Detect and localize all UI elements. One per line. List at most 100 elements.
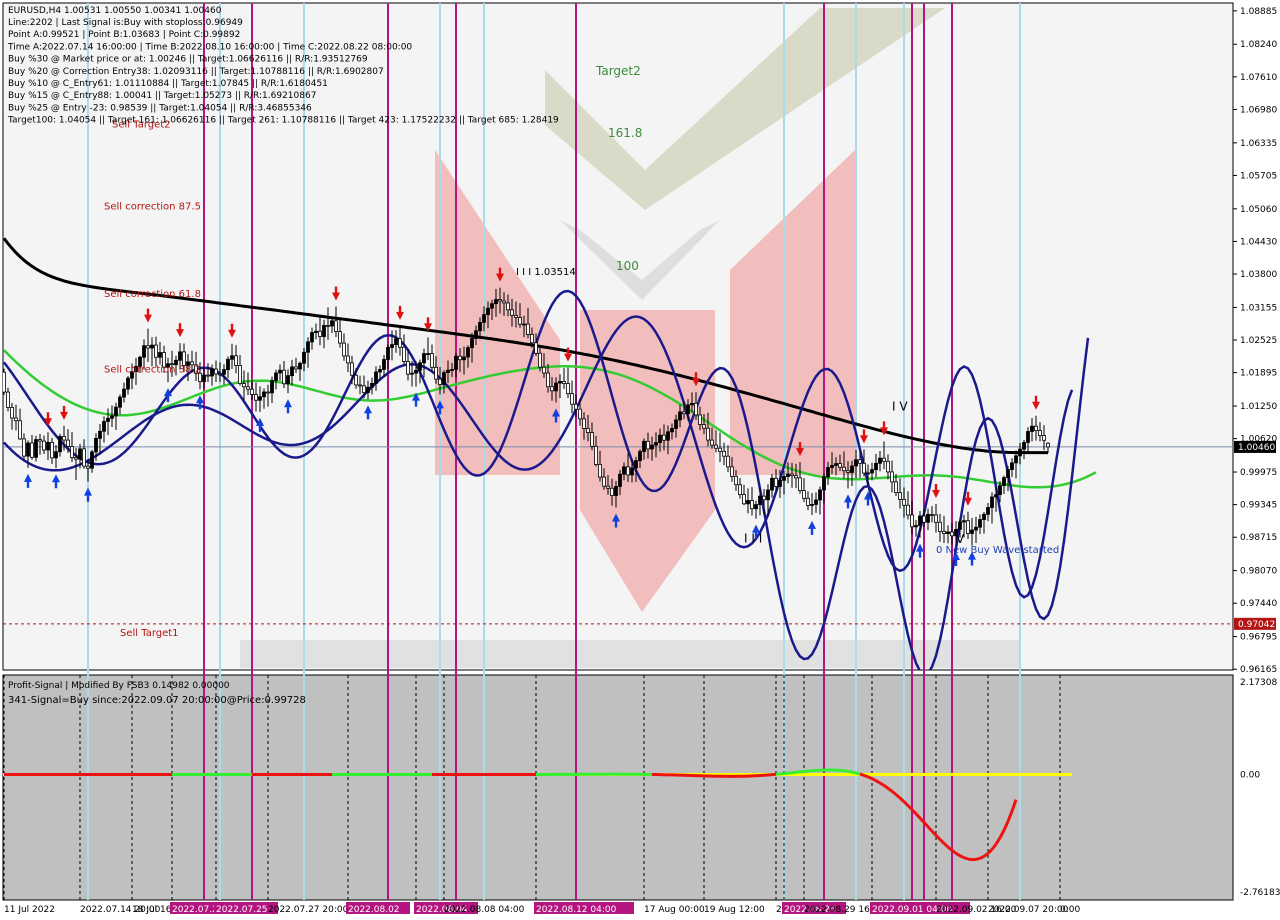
candle-body — [254, 394, 258, 401]
candle-body — [278, 369, 282, 374]
candle-body — [834, 463, 838, 466]
price-tick-label: 1.08885 — [1240, 7, 1277, 17]
candle-body — [678, 411, 682, 421]
price-tick-label: 0.96165 — [1240, 665, 1277, 675]
candle-body — [158, 352, 162, 358]
candle-body — [402, 346, 406, 362]
candle-body — [1006, 469, 1010, 479]
candle-body — [782, 476, 786, 481]
candle-body — [1034, 425, 1038, 432]
time-tick-label: 2022.07.27 20:00 — [268, 905, 349, 915]
candle-body — [502, 300, 506, 304]
candle-body — [1010, 462, 1014, 470]
candle-body — [490, 303, 494, 309]
candle-body — [586, 427, 590, 433]
candle-body — [426, 353, 430, 355]
candle-body — [734, 475, 738, 486]
candle-body — [602, 476, 606, 487]
chart-annotation: Sell Target1 — [120, 628, 179, 639]
candle-body — [846, 470, 850, 473]
candle-body — [10, 407, 14, 419]
time-tick-label: 0:00 — [1060, 905, 1080, 915]
candle-body — [274, 372, 278, 381]
time-tick-label: 2022.08.08 04:00 — [444, 905, 525, 915]
price-tick-label: 0.96795 — [1240, 633, 1277, 643]
candle-body — [802, 490, 806, 499]
candle-body — [934, 514, 938, 523]
candle-body — [334, 320, 338, 332]
candle-body — [990, 496, 994, 508]
candle-body — [418, 362, 422, 371]
candle-body — [774, 477, 778, 487]
candle-body — [366, 386, 370, 393]
candle-body — [542, 366, 546, 374]
price-tick-label: 0.97440 — [1240, 599, 1277, 609]
candle-body — [126, 377, 130, 390]
candle-body — [86, 465, 90, 469]
candle-body — [746, 500, 750, 505]
price-tick-label: 1.04430 — [1240, 237, 1277, 247]
candle-body — [718, 447, 722, 452]
candle-body — [214, 368, 218, 375]
indicator-segment — [875, 779, 881, 785]
candle-body — [762, 495, 766, 501]
candle-body — [414, 369, 418, 374]
candle-body — [382, 359, 386, 370]
candle-body — [462, 356, 466, 361]
indicator-segment — [959, 854, 965, 860]
candle-body — [486, 307, 490, 316]
candle-body — [294, 366, 298, 370]
candle-body — [142, 345, 146, 358]
indicator-title: Profit-Signal | Modified By FSB3 0.14982… — [8, 681, 230, 691]
candle-body — [394, 338, 398, 345]
indicator-segment — [955, 852, 961, 858]
info-line: Target100: 1.04054 || Target 161: 1.0662… — [7, 116, 559, 126]
candle-body — [906, 504, 910, 516]
candle-body — [1026, 431, 1030, 443]
price-tick-label: 1.06980 — [1240, 105, 1277, 115]
candle-body — [362, 385, 366, 393]
price-tick-label: 0.99345 — [1240, 501, 1277, 511]
indicator-segment — [979, 855, 985, 860]
candle-body — [446, 369, 450, 373]
chart-annotation: 100 — [616, 259, 639, 273]
candle-body — [22, 438, 26, 457]
candle-body — [894, 481, 898, 494]
stop-price-label: 0.97042 — [1238, 620, 1275, 630]
indicator-axis: 2.17308 0.00 -2.76183 — [1240, 678, 1280, 898]
candle-body — [638, 451, 642, 462]
candle-body — [470, 338, 474, 349]
price-tick-label: 0.99975 — [1240, 468, 1277, 478]
candle-body — [42, 440, 46, 451]
indicator-segment — [855, 771, 861, 776]
candle-body — [350, 362, 354, 376]
candle-body — [150, 344, 154, 349]
candle-body — [690, 402, 694, 406]
candle-body — [682, 411, 686, 415]
candle-body — [102, 421, 106, 432]
candle-body — [726, 455, 730, 468]
candle-body — [566, 383, 570, 395]
candle-body — [82, 448, 86, 467]
candle-body — [310, 332, 314, 343]
candle-body — [942, 531, 946, 534]
candle-body — [890, 471, 894, 483]
candle-body — [1046, 442, 1050, 448]
candle-body — [958, 521, 962, 530]
candle-body — [314, 330, 318, 333]
candle-body — [594, 445, 598, 465]
candle-body — [766, 489, 770, 501]
candle-body — [74, 457, 78, 460]
indicator-signal: 341-Signal=Buy since:2022.09.07 20:00:00… — [8, 695, 306, 706]
candle-body — [850, 465, 854, 473]
candle-body — [266, 391, 270, 394]
candle-body — [714, 444, 718, 449]
stop-price-tag: 0.97042 — [1234, 617, 1276, 630]
candle-body — [442, 372, 446, 385]
candle-body — [302, 351, 306, 364]
candle-body — [118, 396, 122, 408]
candle-body — [590, 432, 594, 447]
candle-body — [926, 513, 930, 523]
candle-body — [206, 374, 210, 377]
candle-body — [530, 334, 534, 344]
